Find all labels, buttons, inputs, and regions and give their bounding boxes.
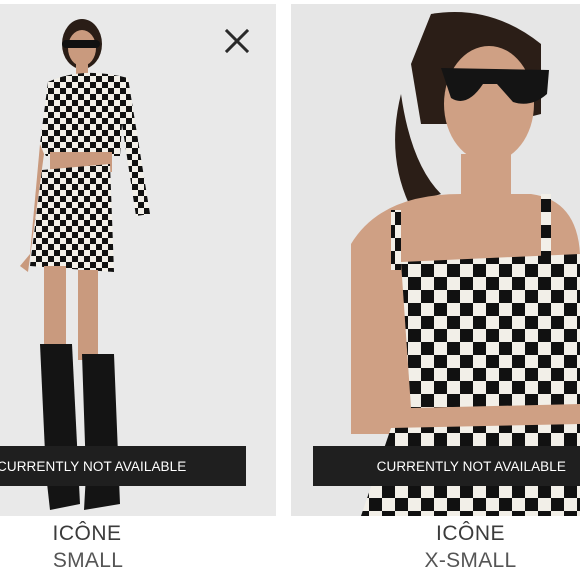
size-label: SMALL bbox=[52, 549, 124, 572]
product-card-1[interactable]: CURRENTLY NOT AVAILABLE ICÔNE SMALL bbox=[0, 0, 276, 580]
brand-name[interactable]: ICÔNE bbox=[0, 522, 225, 546]
availability-text: CURRENTLY NOT AVAILABLE bbox=[0, 458, 187, 474]
product-image[interactable] bbox=[291, 4, 580, 516]
brand-name[interactable]: ICÔNE bbox=[326, 522, 580, 546]
product-card-2[interactable]: CURRENTLY NOT AVAILABLE ICÔNE X-SMALL bbox=[291, 0, 580, 580]
size-label: X-SMALL bbox=[424, 549, 517, 572]
close-button[interactable] bbox=[220, 24, 254, 58]
availability-banner: CURRENTLY NOT AVAILABLE bbox=[313, 446, 580, 486]
availability-text: CURRENTLY NOT AVAILABLE bbox=[376, 458, 566, 474]
product-image[interactable] bbox=[0, 4, 276, 516]
availability-banner: CURRENTLY NOT AVAILABLE bbox=[0, 446, 246, 486]
close-icon bbox=[224, 28, 250, 54]
